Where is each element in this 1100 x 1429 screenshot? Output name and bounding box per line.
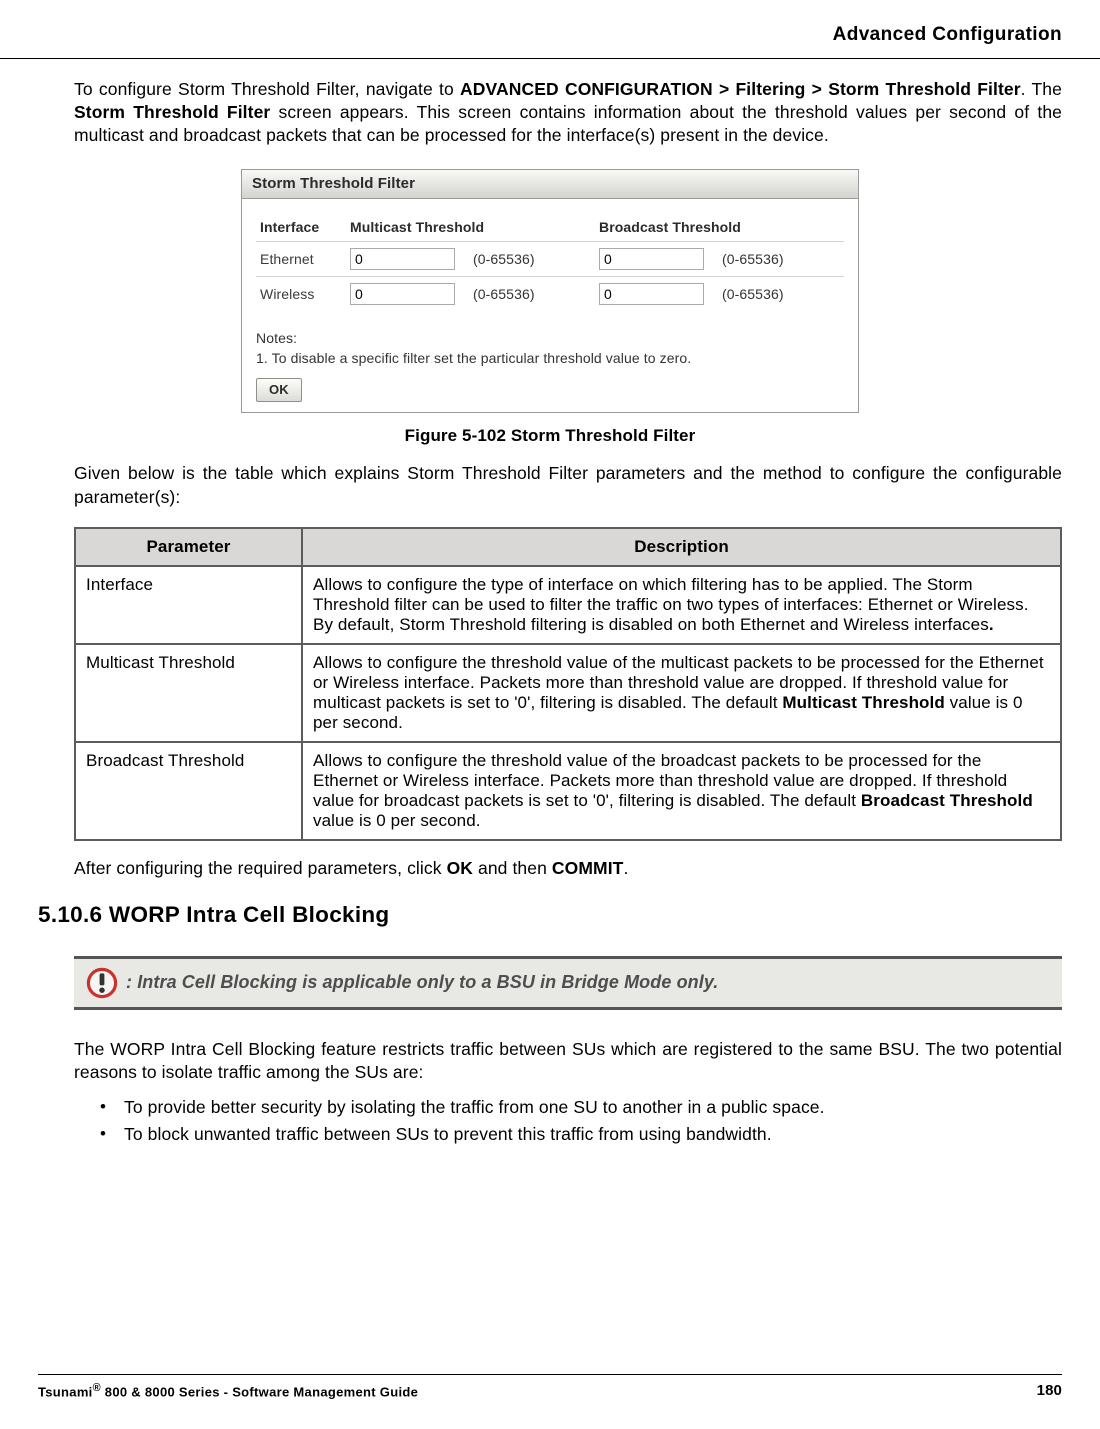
section-heading: 5.10.6 WORP Intra Cell Blocking (38, 902, 1062, 928)
col-multicast: Multicast Threshold (346, 213, 595, 242)
after-pre: After configuring the required parameter… (74, 858, 447, 878)
wireless-multicast-input[interactable] (350, 283, 455, 305)
footer-left: Tsunami® 800 & 8000 Series - Software Ma… (38, 1382, 418, 1399)
page-number: 180 (1037, 1382, 1062, 1399)
after-mid: and then (473, 858, 552, 878)
desc-bold: Multicast Threshold (782, 693, 944, 712)
intro-mid: . The (1021, 79, 1062, 99)
table-row: Ethernet (0-65536) (0-65536) (256, 242, 844, 277)
bullet-text: To provide better security by isolating … (124, 1097, 825, 1117)
header-rule (0, 58, 1100, 59)
intro-pre: To configure Storm Threshold Filter, nav… (74, 79, 460, 99)
guide-name: 800 & 8000 Series - Software Management … (101, 1384, 418, 1399)
product-name: Tsunami (38, 1384, 93, 1399)
after-ok: OK (447, 858, 473, 878)
registered-mark: ® (93, 1382, 101, 1394)
range-label: (0-65536) (473, 251, 535, 267)
intro-screenname: Storm Threshold Filter (74, 102, 270, 122)
param-name: Multicast Threshold (75, 644, 302, 742)
intro-paragraph: To configure Storm Threshold Filter, nav… (38, 78, 1062, 147)
alert-icon (86, 967, 118, 999)
table-row: Wireless (0-65536) (0-65536) (256, 277, 844, 312)
note-text: : Intra Cell Blocking is applicable only… (126, 972, 718, 993)
wireless-broadcast-input[interactable] (599, 283, 704, 305)
iface-label: Wireless (256, 277, 346, 312)
page-header-title: Advanced Configuration (833, 24, 1062, 46)
param-desc: Allows to configure the threshold value … (302, 644, 1061, 742)
param-desc: Allows to configure the threshold value … (302, 742, 1061, 840)
desc-col-header: Description (302, 528, 1061, 566)
notes-line: 1. To disable a specific filter set the … (256, 349, 844, 369)
panel-title: Storm Threshold Filter (242, 170, 858, 199)
bullet-text: To block unwanted traffic between SUs to… (124, 1124, 772, 1144)
table-lead-paragraph: Given below is the table which explains … (38, 462, 1062, 508)
threshold-table: Interface Multicast Threshold Broadcast … (256, 213, 844, 311)
figure-caption: Figure 5-102 Storm Threshold Filter (38, 426, 1062, 446)
desc-pre: Allows to configure the type of interfac… (313, 575, 1029, 634)
list-item: To block unwanted traffic between SUs to… (100, 1121, 1062, 1148)
param-name: Broadcast Threshold (75, 742, 302, 840)
storm-threshold-panel: Storm Threshold Filter Interface Multica… (241, 169, 859, 413)
after-commit: COMMIT (552, 858, 624, 878)
range-label: (0-65536) (722, 286, 784, 302)
ok-button[interactable]: OK (256, 378, 302, 402)
param-name: Interface (75, 566, 302, 644)
desc-bold: . (989, 615, 994, 634)
ethernet-multicast-input[interactable] (350, 248, 455, 270)
note-callout: : Intra Cell Blocking is applicable only… (74, 956, 1062, 1010)
footer-rule (38, 1374, 1062, 1375)
intro-navpath: ADVANCED CONFIGURATION > Filtering > Sto… (460, 79, 1021, 99)
after-table-paragraph: After configuring the required parameter… (38, 857, 1062, 880)
parameter-table: Parameter Description Interface Allows t… (74, 527, 1062, 841)
param-col-header: Parameter (75, 528, 302, 566)
list-item: To provide better security by isolating … (100, 1094, 1062, 1121)
table-row: Interface Allows to configure the type o… (75, 566, 1061, 644)
col-broadcast: Broadcast Threshold (595, 213, 844, 242)
bullet-list: To provide better security by isolating … (74, 1094, 1062, 1148)
range-label: (0-65536) (473, 286, 535, 302)
desc-bold: Broadcast Threshold (861, 791, 1033, 810)
col-interface: Interface (256, 213, 346, 242)
desc-post: value is 0 per second. (313, 811, 481, 830)
ethernet-broadcast-input[interactable] (599, 248, 704, 270)
table-row: Broadcast Threshold Allows to configure … (75, 742, 1061, 840)
table-row: Multicast Threshold Allows to configure … (75, 644, 1061, 742)
range-label: (0-65536) (722, 251, 784, 267)
iface-label: Ethernet (256, 242, 346, 277)
worp-paragraph: The WORP Intra Cell Blocking feature res… (38, 1038, 1062, 1084)
after-post: . (623, 858, 628, 878)
param-desc: Allows to configure the type of interfac… (302, 566, 1061, 644)
notes-header: Notes: (256, 329, 844, 349)
